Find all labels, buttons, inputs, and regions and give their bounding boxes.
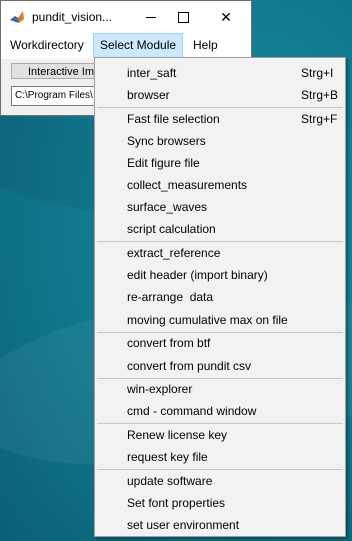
menu-item-set-font-properties[interactable]: Set font properties	[95, 492, 345, 514]
menu-item-label: collect_measurements	[127, 178, 248, 192]
title-bar[interactable]: pundit_vision... ✕	[1, 1, 251, 33]
menu-item-label: convert from pundit csv	[127, 359, 252, 373]
select-module-dropdown: inter_saft Strg+I browser Strg+B Fast fi…	[94, 57, 346, 537]
path-field[interactable]: C:\Program Files\	[11, 86, 97, 106]
menu-item-label: set user environment	[127, 518, 240, 532]
menu-select-module[interactable]: Select Module	[93, 33, 184, 58]
maximize-icon	[177, 11, 189, 23]
menu-item-label: edit header (import binary)	[127, 268, 268, 282]
menu-item-update-software[interactable]: update software	[95, 470, 345, 492]
window-title: pundit_vision...	[32, 10, 113, 24]
close-button[interactable]: ✕	[206, 1, 246, 33]
interactive-button[interactable]: Interactive Im	[11, 63, 103, 79]
menu-item-surface-waves[interactable]: surface_waves	[95, 196, 345, 218]
minimize-icon	[146, 16, 156, 18]
menu-item-label: surface_waves	[127, 200, 208, 214]
menu-item-convert-from-pundit-csv[interactable]: convert from pundit csv	[95, 355, 345, 377]
menu-item-fast-file-selection[interactable]: Fast file selection Strg+F	[95, 108, 345, 130]
menu-item-label: Sync browsers	[127, 134, 206, 148]
menu-item-label: re-arrange data	[127, 290, 214, 304]
menu-item-label: update software	[127, 474, 213, 488]
menu-item-browser[interactable]: browser Strg+B	[95, 84, 345, 106]
menu-item-label: request key file	[127, 450, 208, 464]
menu-item-extract-reference[interactable]: extract_reference	[95, 242, 345, 264]
menu-item-label: Renew license key	[127, 428, 228, 442]
menu-item-label: Set font properties	[127, 496, 226, 510]
menu-item-edit-figure-file[interactable]: Edit figure file	[95, 152, 345, 174]
menu-item-renew-license-key[interactable]: Renew license key	[95, 424, 345, 446]
menu-item-label: inter_saft	[127, 66, 177, 80]
menu-item-collect-measurements[interactable]: collect_measurements	[95, 174, 345, 196]
menu-item-moving-cumulative-max[interactable]: moving cumulative max on file	[95, 309, 345, 331]
menu-item-label: browser	[127, 88, 170, 102]
menu-item-label: cmd - command window	[127, 404, 257, 418]
menu-item-label: convert from btf	[127, 336, 211, 350]
menu-item-edit-header[interactable]: edit header (import binary)	[95, 264, 345, 286]
menu-item-label: moving cumulative max on file	[127, 313, 288, 327]
menu-item-cmd-command-window[interactable]: cmd - command window	[95, 400, 345, 422]
matlab-app-icon	[9, 9, 25, 25]
menu-item-label: win-explorer	[127, 382, 193, 396]
menu-item-convert-from-btf[interactable]: convert from btf	[95, 332, 345, 354]
menu-bar: Workdirectory Select Module Help	[1, 33, 251, 59]
menu-item-label: extract_reference	[127, 246, 221, 260]
menu-item-label: script calculation	[127, 222, 216, 236]
menu-workdirectory[interactable]: Workdirectory	[4, 33, 90, 58]
menu-item-shortcut: Strg+B	[301, 88, 339, 102]
menu-item-inter-saft[interactable]: inter_saft Strg+I	[95, 62, 345, 84]
close-icon: ✕	[220, 8, 232, 25]
menu-item-win-explorer[interactable]: win-explorer	[95, 378, 345, 400]
menu-item-sync-browsers[interactable]: Sync browsers	[95, 130, 345, 152]
menu-help[interactable]: Help	[187, 33, 224, 58]
maximize-button[interactable]	[163, 1, 203, 33]
menu-item-request-key-file[interactable]: request key file	[95, 446, 345, 468]
menu-item-set-user-environment[interactable]: set user environment	[95, 514, 345, 536]
menu-item-script-calculation[interactable]: script calculation	[95, 218, 345, 240]
menu-item-re-arrange-data[interactable]: re-arrange data	[95, 286, 345, 308]
menu-item-label: Edit figure file	[127, 156, 200, 170]
menu-item-label: Fast file selection	[127, 112, 220, 126]
menu-item-shortcut: Strg+F	[301, 112, 338, 126]
menu-item-shortcut: Strg+I	[301, 66, 334, 80]
